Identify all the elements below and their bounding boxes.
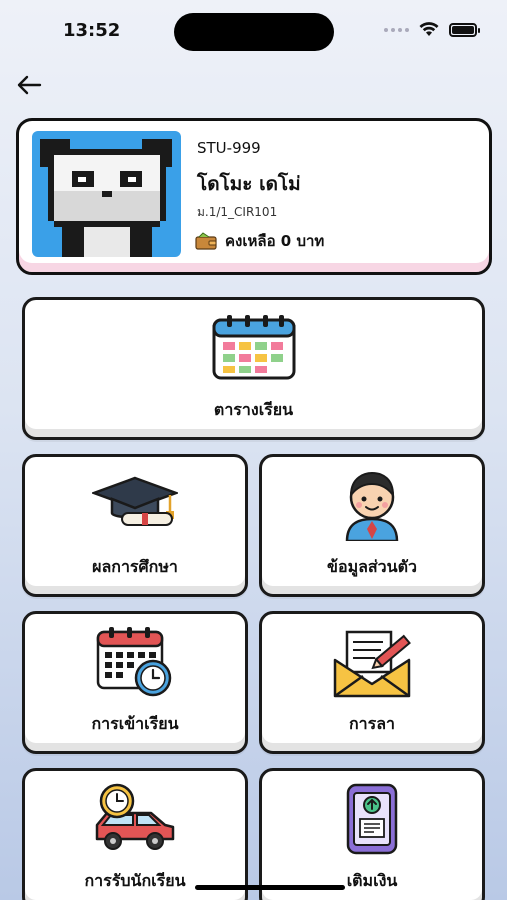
balance: คงเหลือ 0 บาท: [195, 229, 324, 253]
wifi-icon: [419, 22, 439, 36]
back-button[interactable]: [14, 70, 44, 100]
student-avatar-icon: [345, 471, 399, 543]
phone-topup-icon: [346, 783, 398, 855]
home-indicator[interactable]: [195, 885, 345, 890]
dynamic-island: [174, 13, 334, 51]
graduation-cap-icon: [90, 476, 180, 526]
student-class: ม.1/1_CIR101: [197, 205, 278, 219]
attendance-label: การเข้าเรียน: [91, 714, 179, 733]
car-clock-icon: [95, 783, 175, 850]
pickup-label: การรับนักเรียน: [84, 871, 186, 890]
grades-label: ผลการศึกษา: [92, 557, 178, 576]
status-bar: 13:52: [0, 0, 507, 60]
timetable-label: ตารางเรียน: [213, 400, 294, 419]
status-icons: [384, 22, 480, 37]
grades-button[interactable]: ผลการศึกษา: [22, 454, 248, 597]
pickup-button[interactable]: การรับนักเรียน: [22, 768, 248, 900]
pixel-panda-icon: [32, 131, 181, 257]
signal-icon: [384, 27, 409, 32]
avatar: [32, 131, 181, 257]
profile-card[interactable]: STU-999 โดโมะ เดโม่ ม.1/1_CIR101 คงเหลือ…: [16, 118, 492, 275]
status-time: 13:52: [63, 20, 121, 41]
topup-label: เติมเงิน: [346, 871, 398, 890]
wallet-icon: [195, 232, 217, 250]
student-name: โดโมะ เดโม่: [197, 173, 301, 195]
personal-info-label: ข้อมูลส่วนตัว: [327, 557, 417, 576]
battery-icon: [449, 22, 480, 37]
leave-button[interactable]: การลา: [259, 611, 485, 754]
arrow-left-icon: [17, 75, 42, 95]
personal-info-button[interactable]: ข้อมูลส่วนตัว: [259, 454, 485, 597]
attendance-button[interactable]: การเข้าเรียน: [22, 611, 248, 754]
calendar-icon: [212, 315, 295, 380]
balance-text: คงเหลือ 0 บาท: [225, 232, 325, 250]
topup-button[interactable]: เติมเงิน: [259, 768, 485, 900]
calendar-clock-icon: [96, 627, 172, 697]
timetable-button[interactable]: ตารางเรียน: [22, 297, 485, 440]
leave-label: การลา: [348, 714, 396, 733]
student-id: STU-999: [197, 139, 261, 157]
envelope-pencil-icon: [333, 630, 411, 698]
